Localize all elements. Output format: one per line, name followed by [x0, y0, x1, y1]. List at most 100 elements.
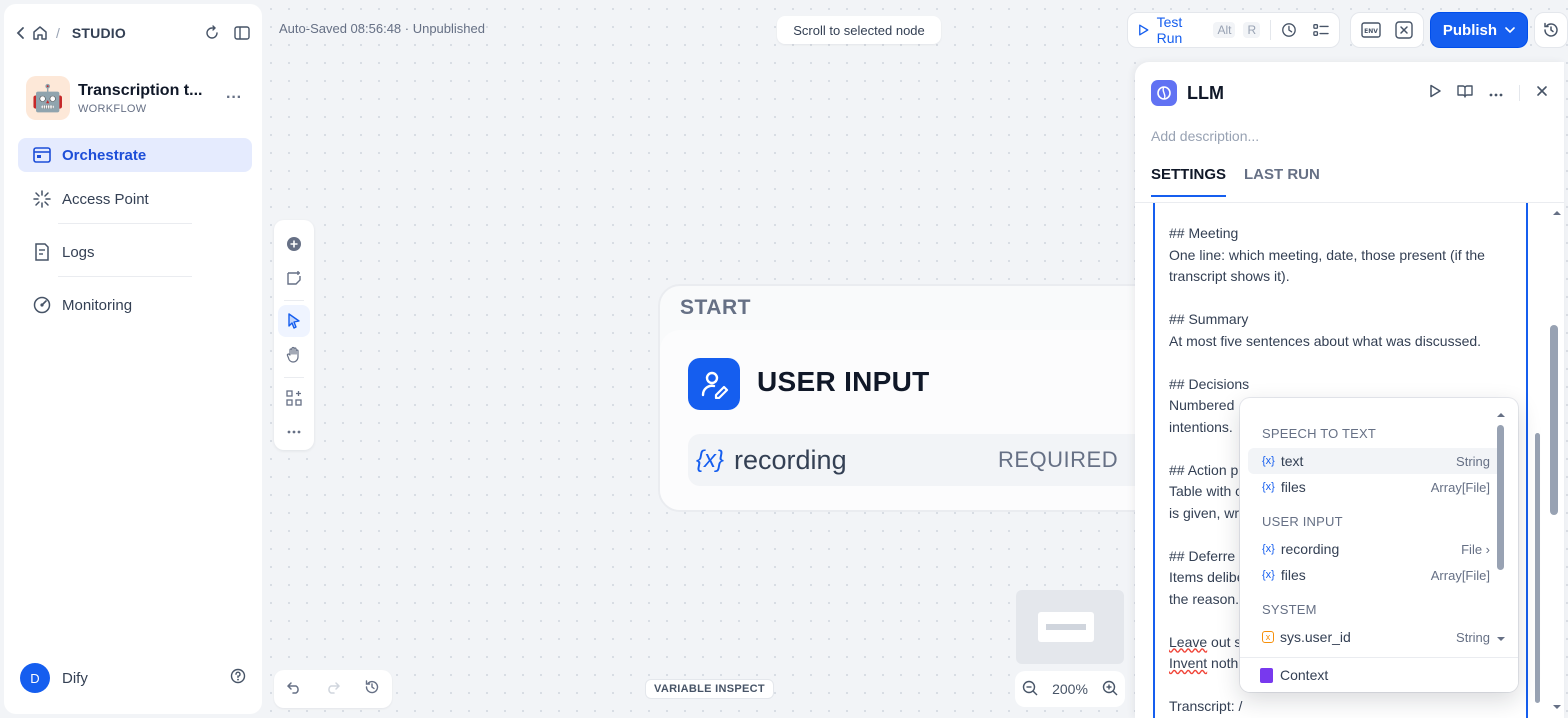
variable-option-type: Array[File] — [1430, 479, 1490, 495]
shortcut-key: Alt — [1213, 22, 1236, 38]
run-history-icon[interactable] — [1281, 21, 1297, 39]
sidebar-collapse-icon[interactable] — [234, 26, 250, 40]
variable-option[interactable]: {x} files Array[File] — [1248, 562, 1502, 588]
divider — [1270, 20, 1272, 40]
editor-scrollbar[interactable] — [1535, 433, 1540, 703]
sidebar-item-logs[interactable]: Logs — [18, 235, 252, 269]
panel-title[interactable]: LLM — [1187, 83, 1224, 104]
variable-icon: {x} — [1262, 455, 1275, 467]
panel-header: LLM — [1151, 80, 1548, 106]
user-account[interactable]: D Dify — [20, 662, 246, 694]
orchestrate-icon — [32, 145, 52, 165]
zoom-out-icon[interactable] — [1022, 680, 1038, 699]
variable-option-type: Array[File] — [1430, 567, 1490, 583]
prompt-line: ## Meeting — [1169, 225, 1239, 241]
access-point-icon — [32, 189, 52, 209]
test-run-button[interactable]: Test Run Alt R — [1127, 12, 1340, 48]
prompt-line: ## Decisions — [1169, 375, 1250, 392]
context-option[interactable]: Context — [1240, 657, 1518, 692]
scroll-up-icon[interactable] — [1494, 410, 1508, 420]
add-node-icon[interactable] — [278, 228, 310, 260]
redo-icon[interactable] — [325, 680, 341, 699]
sidebar-item-orchestrate[interactable]: Orchestrate — [18, 138, 252, 172]
more-icon[interactable]: ··· — [226, 89, 246, 107]
dropdown-scrollbar[interactable] — [1497, 425, 1504, 570]
help-doc-icon[interactable] — [1457, 84, 1473, 103]
sidebar-item-access-point[interactable]: Access Point — [18, 182, 252, 216]
autosave-status: Auto-Saved 08:56:48 · Unpublished — [279, 21, 485, 36]
variable-icon: {x} — [1262, 569, 1275, 581]
minimap[interactable] — [1016, 590, 1124, 664]
context-icon — [1260, 667, 1273, 683]
scroll-down-icon[interactable] — [1494, 634, 1508, 644]
version-history-button[interactable] — [1534, 12, 1568, 48]
spellcheck-word: Invent — [1169, 655, 1208, 671]
play-icon — [1139, 24, 1149, 36]
scroll-down-icon[interactable] — [1548, 702, 1566, 712]
publish-button[interactable]: Publish — [1429, 12, 1529, 48]
help-icon[interactable] — [230, 668, 246, 689]
top-actions: Test Run Alt R ENV Publish — [1127, 12, 1568, 48]
more-icon[interactable] — [1489, 84, 1503, 102]
variable-option[interactable]: {x} text String — [1248, 448, 1502, 474]
add-note-icon[interactable] — [278, 262, 310, 294]
undo-icon[interactable] — [286, 680, 302, 699]
breadcrumb-studio[interactable]: STUDIO — [72, 25, 126, 41]
zoom-level[interactable]: 200% — [1052, 681, 1088, 697]
variable-picker-dropdown: SPEECH TO TEXT {x} text String {x} files… — [1240, 398, 1518, 692]
variable-option[interactable]: {x} files Array[File] — [1248, 474, 1502, 500]
variable-option-name: recording — [1280, 541, 1340, 557]
undo-redo-bar — [274, 670, 392, 708]
chevron-left-icon[interactable] — [16, 26, 26, 40]
scroll-to-node-button[interactable]: Scroll to selected node — [777, 16, 941, 44]
close-icon[interactable] — [1536, 84, 1548, 102]
more-icon[interactable] — [278, 416, 310, 448]
tab-last-run[interactable]: LAST RUN — [1244, 166, 1320, 197]
description-field[interactable]: Add description... — [1151, 128, 1259, 144]
node-type-label: START — [680, 296, 751, 319]
variable-option-name: text — [1280, 453, 1304, 469]
organize-icon[interactable] — [278, 382, 310, 414]
chevron-down-icon — [1505, 27, 1515, 34]
prompt-fragment: out s — [1207, 633, 1242, 650]
prompt-line-cursor: Transcript: / — [1169, 698, 1243, 714]
zoom-in-icon[interactable] — [1102, 680, 1118, 699]
hand-icon[interactable] — [278, 339, 310, 371]
env-icon[interactable]: ENV — [1361, 22, 1381, 38]
prompt-line: One line: which meeting, date, those pre… — [1169, 246, 1485, 285]
variable-option-type: String — [1456, 453, 1490, 469]
sidebar-item-label: Monitoring — [62, 296, 133, 314]
app-card[interactable]: 🤖 Transcription t... WORKFLOW ··· — [26, 76, 246, 120]
context-label: Context — [1280, 667, 1329, 683]
app-name: Transcription t... — [78, 81, 203, 99]
scroll-up-icon[interactable] — [1548, 208, 1566, 218]
variable-icon: {x} — [1262, 543, 1275, 555]
variable-option-name: files — [1280, 479, 1306, 495]
history-icon[interactable] — [364, 679, 380, 700]
variable-group-label: SYSTEM — [1262, 601, 1317, 617]
start-node[interactable]: START USER INPUT {x} recording REQUIRED — [658, 284, 1158, 512]
publish-label: Publish — [1442, 21, 1498, 39]
run-node-icon[interactable] — [1429, 84, 1441, 103]
checklist-icon[interactable] — [1313, 22, 1329, 38]
refresh-icon[interactable] — [204, 25, 220, 41]
variable-group-label: SPEECH TO TEXT — [1262, 425, 1377, 441]
user-name: Dify — [62, 669, 88, 687]
variable-option[interactable]: x sys.user_id String — [1248, 624, 1502, 650]
spellcheck-word: Leave — [1169, 633, 1208, 650]
node-variable-row[interactable]: {x} recording REQUIRED — [688, 434, 1148, 486]
canvas-toolbar — [274, 220, 314, 450]
pointer-icon[interactable] — [278, 305, 310, 337]
home-icon[interactable] — [32, 25, 48, 41]
app-sidebar: / STUDIO 🤖 Transcription t... WORKFLOW ·… — [4, 4, 262, 714]
sidebar-item-monitoring[interactable]: Monitoring — [18, 288, 252, 322]
tab-settings[interactable]: SETTINGS — [1151, 166, 1227, 197]
variable-option[interactable]: {x} recording File › — [1248, 536, 1502, 562]
shortcut-key: R — [1243, 22, 1261, 38]
variable-inspect-button[interactable]: VARIABLE INSPECT — [645, 679, 774, 699]
variable-icon[interactable] — [1395, 21, 1413, 39]
variable-icon: {x} — [696, 446, 725, 473]
sidebar-item-label: Access Point — [62, 190, 149, 208]
panel-scrollbar[interactable] — [1550, 325, 1558, 515]
